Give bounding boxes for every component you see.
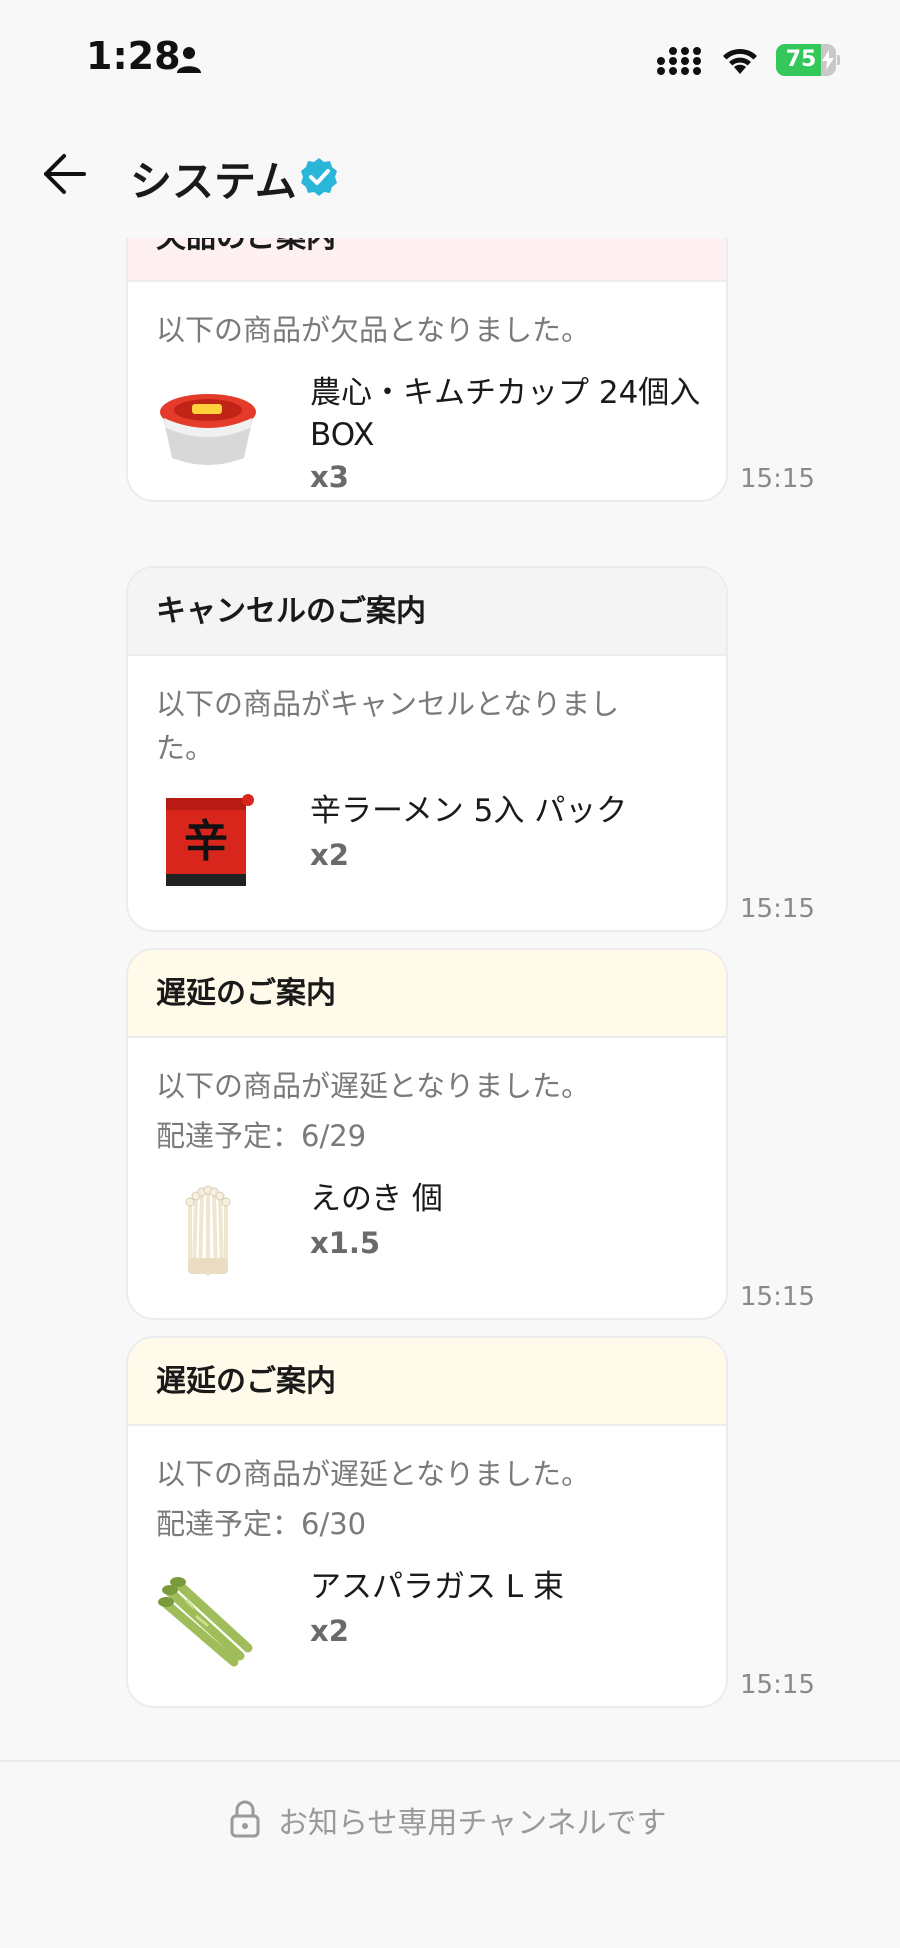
product-quantity: x3 <box>310 460 349 494</box>
delivery-date: 配達予定：6/29 <box>156 1119 367 1153</box>
signal-icon <box>656 46 704 80</box>
product-name: えのき 個 <box>310 1181 443 1217</box>
message-body: 以下の商品がキャンセルとなりました。 <box>156 687 620 765</box>
wifi-icon <box>720 44 760 80</box>
message-heading: 遅延のご案内 <box>128 1338 726 1426</box>
message-card[interactable]: 遅延のご案内 以下の商品が遅延となりました。 配達予定：6/29 えのき 個 x… <box>126 948 728 1320</box>
product-name: アスパラガス L 束 <box>310 1569 564 1605</box>
product-name: 農心・キムチカップ 24個入 BOX <box>310 375 701 453</box>
page-title: システム <box>130 157 297 206</box>
message-body: 以下の商品が遅延となりました。 <box>156 1069 591 1103</box>
message-list[interactable]: 欠品のご案内 以下の商品が欠品となりました。 農心・キム <box>0 238 900 1720</box>
battery-percent: 75 <box>785 47 817 72</box>
person-icon <box>176 46 202 78</box>
bolt-icon <box>822 50 834 74</box>
product-quantity: x1.5 <box>310 1226 381 1260</box>
message-card[interactable]: 遅延のご案内 以下の商品が遅延となりました。 配達予定：6/30 アスパラガス … <box>126 1336 728 1708</box>
message-heading: キャンセルのご案内 <box>128 568 726 656</box>
message-body: 以下の商品が遅延となりました。 <box>156 1457 591 1491</box>
notice-footer: お知らせ専用チャンネルです <box>0 1760 900 1948</box>
product-quantity: x2 <box>310 838 349 872</box>
status-bar: 1:28 75 <box>0 0 900 110</box>
message-body: 以下の商品が欠品となりました。 <box>156 313 591 347</box>
enoki-mushroom-image <box>156 1178 260 1282</box>
app-header: システム <box>0 130 900 220</box>
message-card[interactable]: 欠品のご案内 以下の商品が欠品となりました。 農心・キム <box>126 238 728 502</box>
product-quantity: x2 <box>310 1614 349 1648</box>
message-heading: 遅延のご案内 <box>128 950 726 1038</box>
message-time: 15:15 <box>740 1670 815 1700</box>
battery-icon: 75 <box>776 44 840 76</box>
asparagus-image <box>156 1566 260 1670</box>
status-time: 1:28 <box>86 34 181 78</box>
verified-badge-icon <box>298 156 340 202</box>
message-heading: 欠品のご案内 <box>128 238 726 282</box>
product-name: 辛ラーメン 5入 パック <box>310 793 628 829</box>
shin-ramyun-pack-image: 辛 <box>156 790 260 894</box>
delivery-date: 配達予定：6/30 <box>156 1507 367 1541</box>
footer-notice: お知らせ専用チャンネルです <box>278 1806 667 1841</box>
lock-icon <box>230 1800 260 1842</box>
message-card[interactable]: キャンセルのご案内 以下の商品がキャンセルとなりました。 辛 辛ラーメン 5入 … <box>126 566 728 932</box>
svg-text:辛: 辛 <box>184 816 228 867</box>
message-time: 15:15 <box>740 1282 815 1312</box>
back-arrow-icon[interactable] <box>42 152 88 200</box>
kimchi-cup-noodle-image <box>156 372 260 476</box>
message-time: 15:15 <box>740 464 815 494</box>
message-time: 15:15 <box>740 894 815 924</box>
